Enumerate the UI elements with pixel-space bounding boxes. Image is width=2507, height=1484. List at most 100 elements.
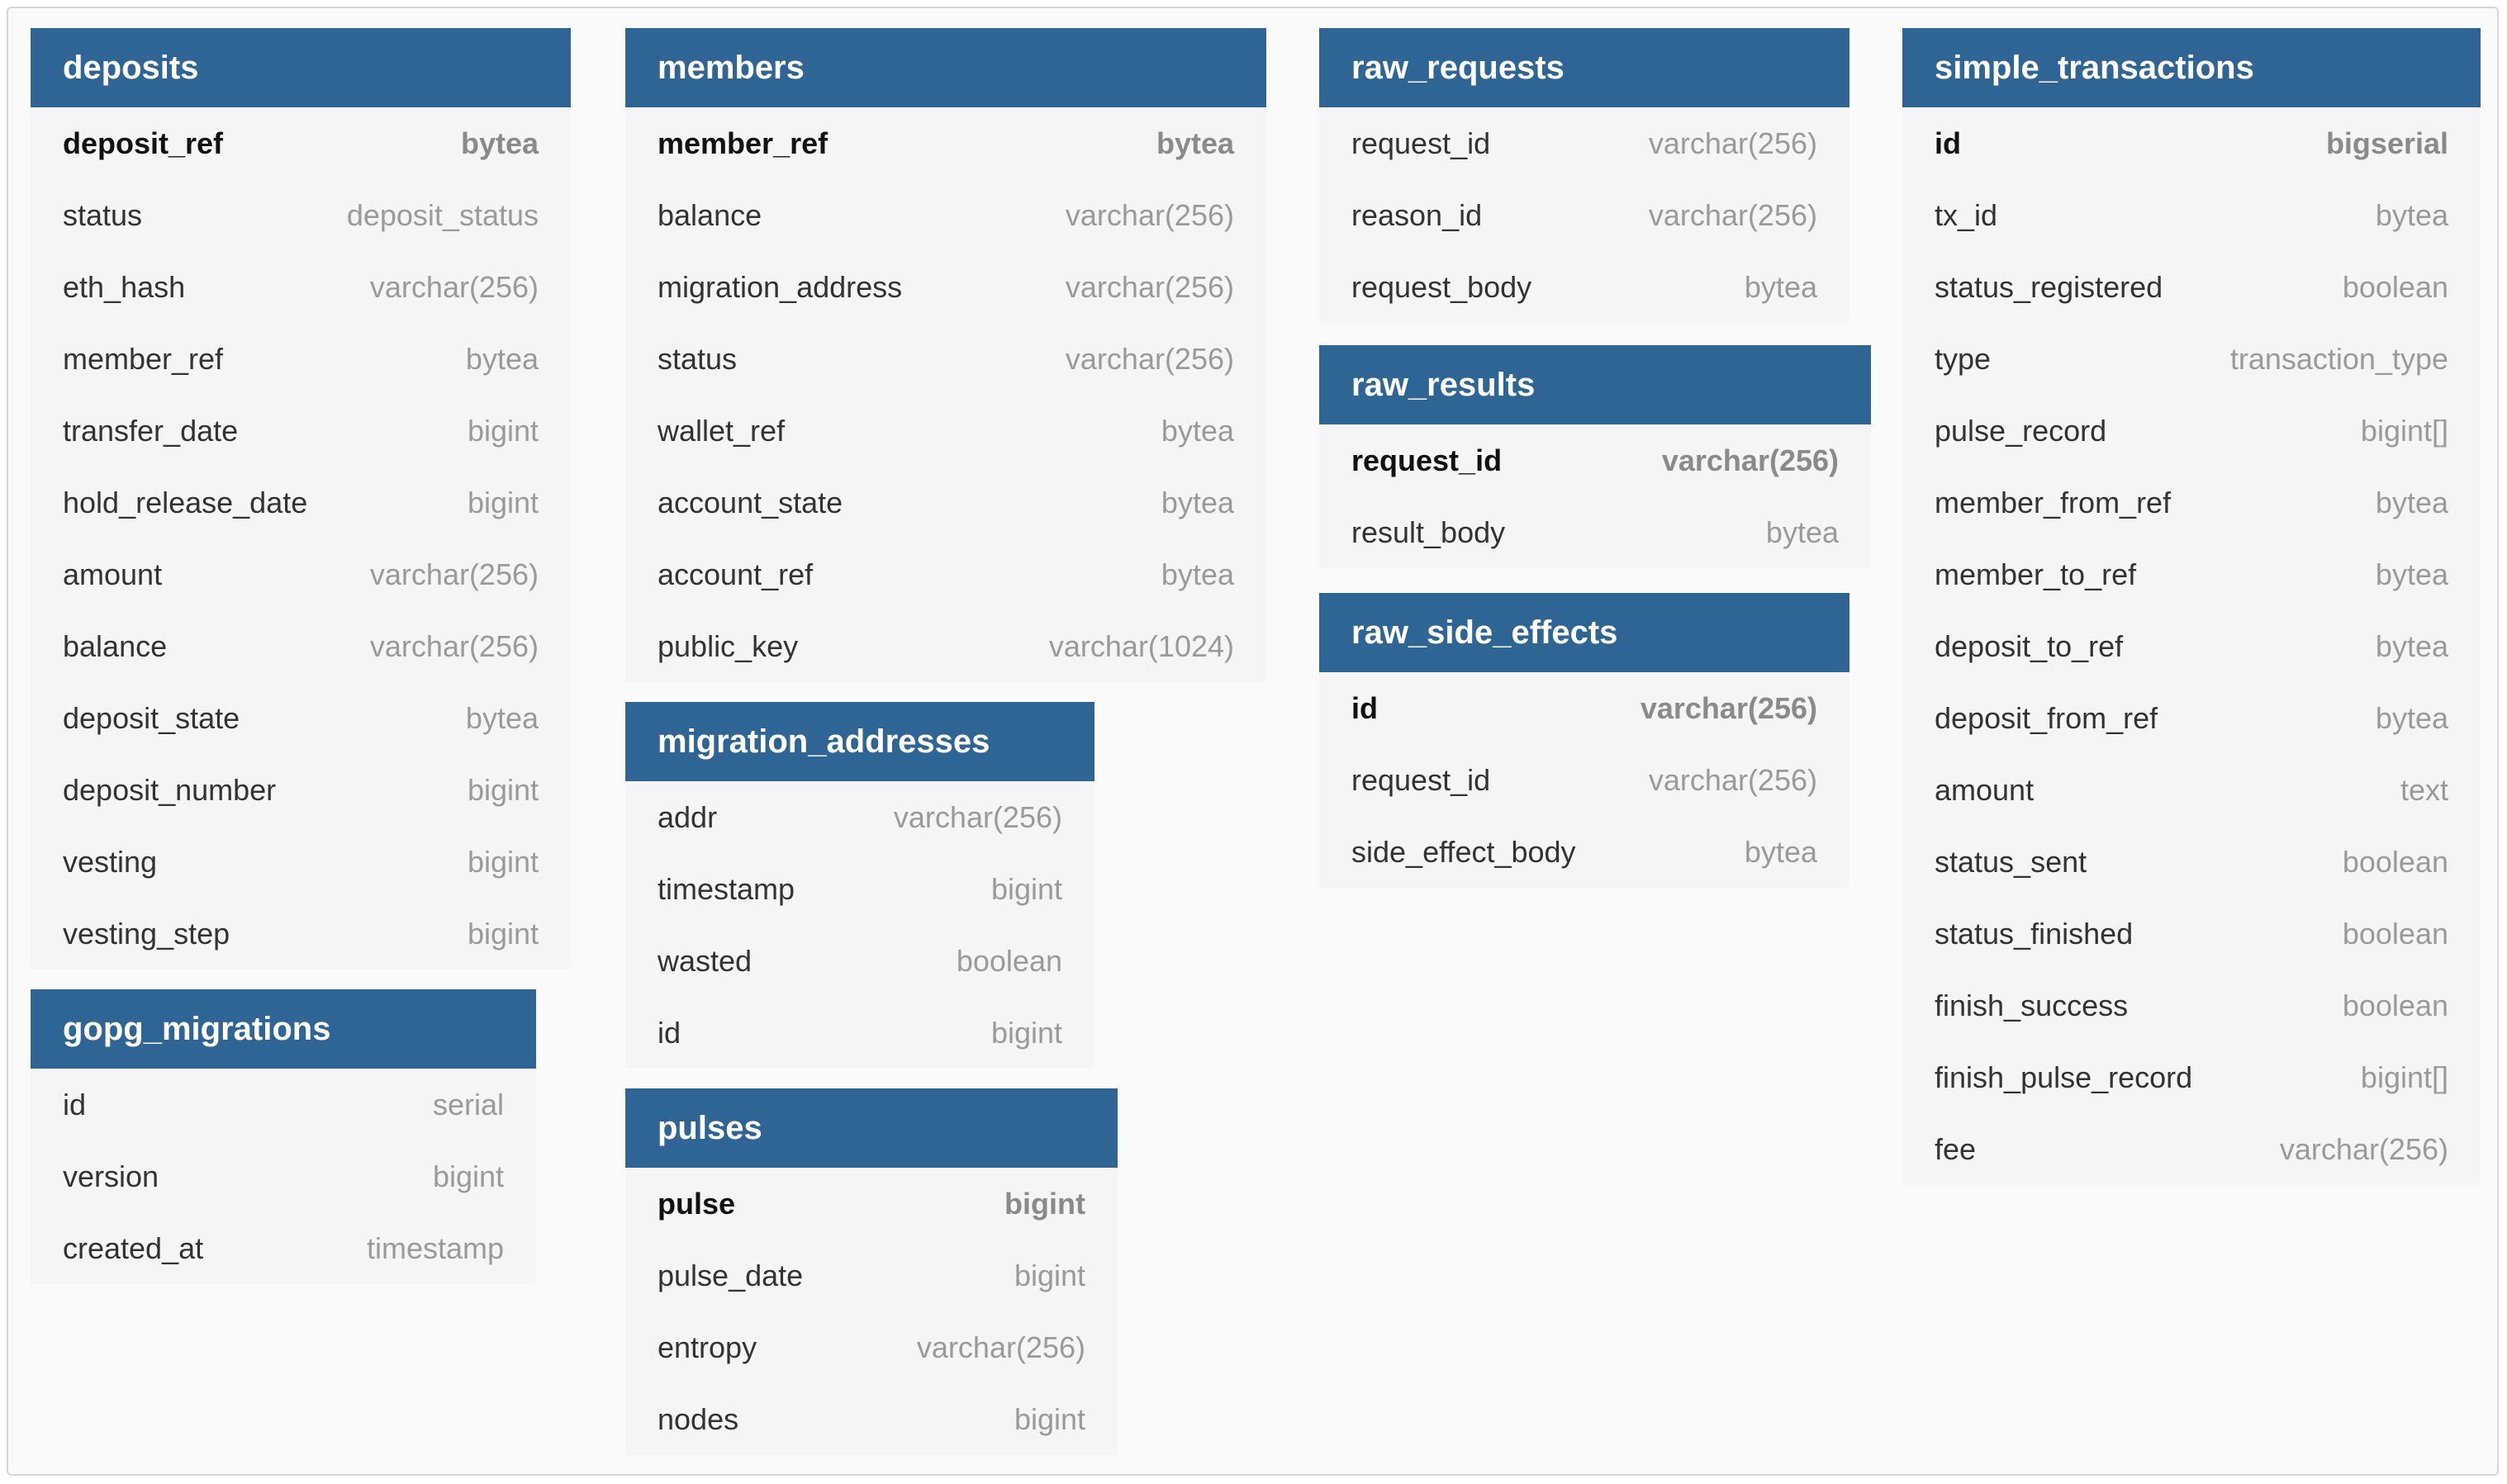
column-type: varchar(256) [369,269,539,304]
table-row[interactable]: public_key varchar(1024) [625,610,1266,682]
table-row[interactable]: finish_pulse_record bigint[] [1902,1041,2481,1113]
table-row[interactable]: amount text [1902,754,2481,826]
table-row[interactable]: entropy varchar(256) [625,1311,1118,1383]
column-type: bigint [467,485,539,519]
column-type: bytea [1156,126,1234,160]
table-row[interactable]: account_state bytea [625,467,1266,538]
table-row[interactable]: side_effect_body bytea [1319,816,1849,888]
table-row[interactable]: type transaction_type [1902,323,2481,395]
table-row[interactable]: balance varchar(256) [31,610,571,682]
table-row[interactable]: id bigserial [1902,107,2481,179]
table-row[interactable]: status deposit_status [31,179,571,251]
table-row[interactable]: nodes bigint [625,1383,1118,1455]
column-name: version [63,1159,159,1193]
column-type: bytea [1765,514,1839,549]
column-name: member_to_ref [1935,557,2137,591]
table-row[interactable]: id serial [31,1069,536,1140]
column-name: pulse_date [658,1258,804,1292]
table-row[interactable]: request_id varchar(256) [1319,107,1849,179]
table-row[interactable]: vesting_step bigint [31,898,571,970]
table-row[interactable]: finish_success boolean [1902,970,2481,1041]
column-name: balance [658,197,762,232]
column-name: finish_success [1935,988,2129,1022]
table-header: raw_results [1319,345,1871,424]
table-row[interactable]: status varchar(256) [625,323,1266,395]
column-type: varchar(256) [916,1330,1085,1364]
table-raw-side-effects[interactable]: raw_side_effects id varchar(256) request_i… [1319,593,1849,888]
table-row[interactable]: id varchar(256) [1319,672,1849,744]
table-row[interactable]: fee varchar(256) [1902,1113,2481,1185]
column-type: varchar(256) [1648,762,1817,797]
table-row[interactable]: account_ref bytea [625,538,1266,610]
table-row[interactable]: pulse_record bigint[] [1902,395,2481,467]
table-row[interactable]: reason_id varchar(256) [1319,179,1849,251]
table-row[interactable]: member_ref bytea [625,107,1266,179]
table-row[interactable]: wallet_ref bytea [625,395,1266,467]
column-type: bytea [2375,628,2448,663]
table-row[interactable]: version bigint [31,1140,536,1212]
table-row[interactable]: vesting bigint [31,826,571,898]
table-row[interactable]: eth_hash varchar(256) [31,251,571,323]
column-name: created_at [63,1230,204,1265]
table-row[interactable]: deposit_from_ref bytea [1902,682,2481,754]
table-row[interactable]: request_id varchar(256) [1319,744,1849,816]
column-name: status [658,341,738,376]
table-row[interactable]: member_from_ref bytea [1902,467,2481,538]
table-row[interactable]: deposit_to_ref bytea [1902,610,2481,682]
table-members[interactable]: members member_ref bytea balance varchar(25… [625,28,1266,682]
table-row[interactable]: tx_id bytea [1902,179,2481,251]
column-type: bytea [1744,834,1817,869]
table-row[interactable]: result_body bytea [1319,496,1871,568]
column-type: boolean [2342,269,2448,304]
column-name: deposit_to_ref [1935,628,2124,663]
column-type: bytea [460,126,539,160]
table-row[interactable]: request_id varchar(256) [1319,424,1871,496]
table-row[interactable]: member_ref bytea [31,323,571,395]
column-name: entropy [658,1330,757,1364]
table-deposits[interactable]: deposits deposit_ref bytea status deposit_s… [31,28,571,970]
column-name: nodes [658,1401,739,1436]
table-row[interactable]: request_body bytea [1319,251,1849,323]
table-row[interactable]: id bigint [625,997,1094,1069]
table-raw-results[interactable]: raw_results request_id varchar(256) result… [1319,345,1871,568]
column-name: id [63,1087,87,1121]
column-type: varchar(256) [1065,269,1234,304]
column-name: pulse_record [1935,413,2107,448]
column-name: side_effect_body [1351,834,1576,869]
column-type: bytea [2375,700,2448,735]
table-row[interactable]: created_at timestamp [31,1212,536,1284]
table-row[interactable]: deposit_number bigint [31,754,571,826]
table-row[interactable]: migration_address varchar(256) [625,251,1266,323]
column-name: member_ref [658,126,829,160]
column-name: result_body [1351,514,1506,549]
table-row[interactable]: transfer_date bigint [31,395,571,467]
table-simple-transactions[interactable]: simple_transactions id bigserial tx_id byte… [1902,28,2481,1185]
table-row[interactable]: status_sent boolean [1902,826,2481,898]
column-name: timestamp [658,871,795,906]
column-name: status_finished [1935,916,2134,951]
table-row[interactable]: wasted boolean [625,925,1094,997]
table-row[interactable]: status_finished boolean [1902,898,2481,970]
column-type: bigint [467,772,539,807]
table-row[interactable]: status_registered boolean [1902,251,2481,323]
table-row[interactable]: addr varchar(256) [625,781,1094,853]
table-row[interactable]: amount varchar(256) [31,538,571,610]
table-row[interactable]: hold_release_date bigint [31,467,571,538]
table-row[interactable]: timestamp bigint [625,853,1094,925]
column-name: finish_pulse_record [1935,1060,2193,1094]
table-row[interactable]: deposit_state bytea [31,682,571,754]
table-row[interactable]: deposit_ref bytea [31,107,571,179]
table-migration-addresses[interactable]: migration_addresses addr varchar(256) time… [625,702,1094,1069]
table-row[interactable]: balance varchar(256) [625,179,1266,251]
table-row[interactable]: pulse bigint [625,1168,1118,1240]
table-pulses[interactable]: pulses pulse bigint pulse_date bigint entrop… [625,1088,1118,1455]
table-row[interactable]: pulse_date bigint [625,1240,1118,1311]
column-name: id [1351,690,1378,725]
table-raw-requests[interactable]: raw_requests request_id varchar(256) reaso… [1319,28,1849,323]
column-type: bytea [2375,485,2448,519]
table-gopg-migrations[interactable]: gopg_migrations id serial version bigint cre… [31,989,536,1284]
column-type: bytea [2375,197,2448,232]
column-type: varchar(256) [2279,1131,2448,1166]
table-row[interactable]: member_to_ref bytea [1902,538,2481,610]
column-name: migration_address [658,269,903,304]
